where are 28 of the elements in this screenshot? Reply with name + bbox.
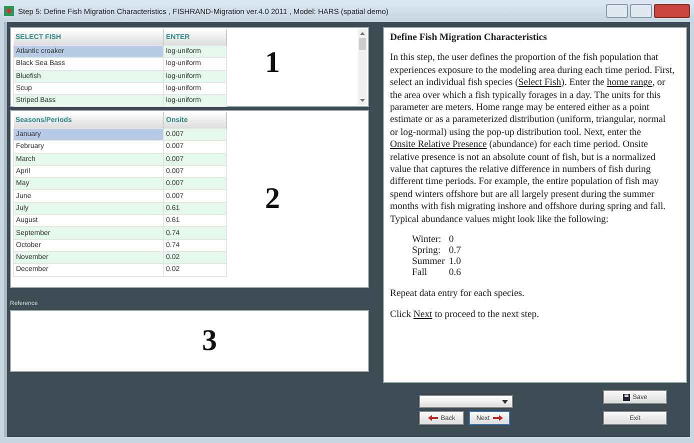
reference-field[interactable]: 3 <box>10 310 369 372</box>
example-value: 1.0 <box>448 256 461 268</box>
help-link[interactable]: Select Fish <box>518 77 562 88</box>
help-paragraph: Repeat data entry for each species. <box>390 288 526 300</box>
arrow-left-icon <box>428 415 438 421</box>
example-value: 0 <box>448 234 455 246</box>
example-season: Summer <box>412 256 445 268</box>
annotation-number: 2 <box>265 182 280 216</box>
maximize-button[interactable] <box>630 4 652 18</box>
dropdown[interactable] <box>419 395 513 408</box>
app-icon <box>4 6 14 16</box>
close-button[interactable] <box>654 4 690 18</box>
minimize-button[interactable] <box>606 4 628 18</box>
caret-icon <box>502 400 508 404</box>
example-season: Fall <box>412 267 428 278</box>
arrow-right-icon <box>492 415 503 421</box>
example-season: Winter: <box>412 234 442 246</box>
help-paragraph: In this step, the user defines the proportion of the fish population that experiences exposure to the modeling area during each time period. First, select an individual fish species (Select Fish). Enter the home range, or the area over which a fish typically forages in a day. The units for this parameter are meters. Home range may be entered either as a point estimate or as a parameterized distribution (uniform, triangular, normal or log-normal) using the pop-up distribution tool. Next, enter the Onsite Relative Presence (abundance) for each time period. Onsite relative presence is not an absolute count of fish, but is a normalized value that captures the relative difference in numbers of fish during different time periods. For example, the entire population of fish may spend winters offshore but are all largely present during the summer months with fish migrating inshore and offshore during spring and fall. Typical abundance values might look like the following: <box>390 52 676 226</box>
help-link[interactable]: Onsite Relative Presence <box>390 139 487 150</box>
help-paragraph: Click Next to proceed to the next step. <box>390 308 540 321</box>
annotation-number: 1 <box>265 46 280 80</box>
example-value: 0.6 <box>448 267 461 278</box>
help-link[interactable]: home range <box>606 77 652 88</box>
help-title: Define Fish Migration Characteristics <box>390 32 548 44</box>
annotation-number: 3 <box>202 324 217 358</box>
example-season: Spring: <box>412 245 442 256</box>
example-value: 0.7 <box>448 245 461 256</box>
help-link[interactable]: Next <box>413 308 432 320</box>
